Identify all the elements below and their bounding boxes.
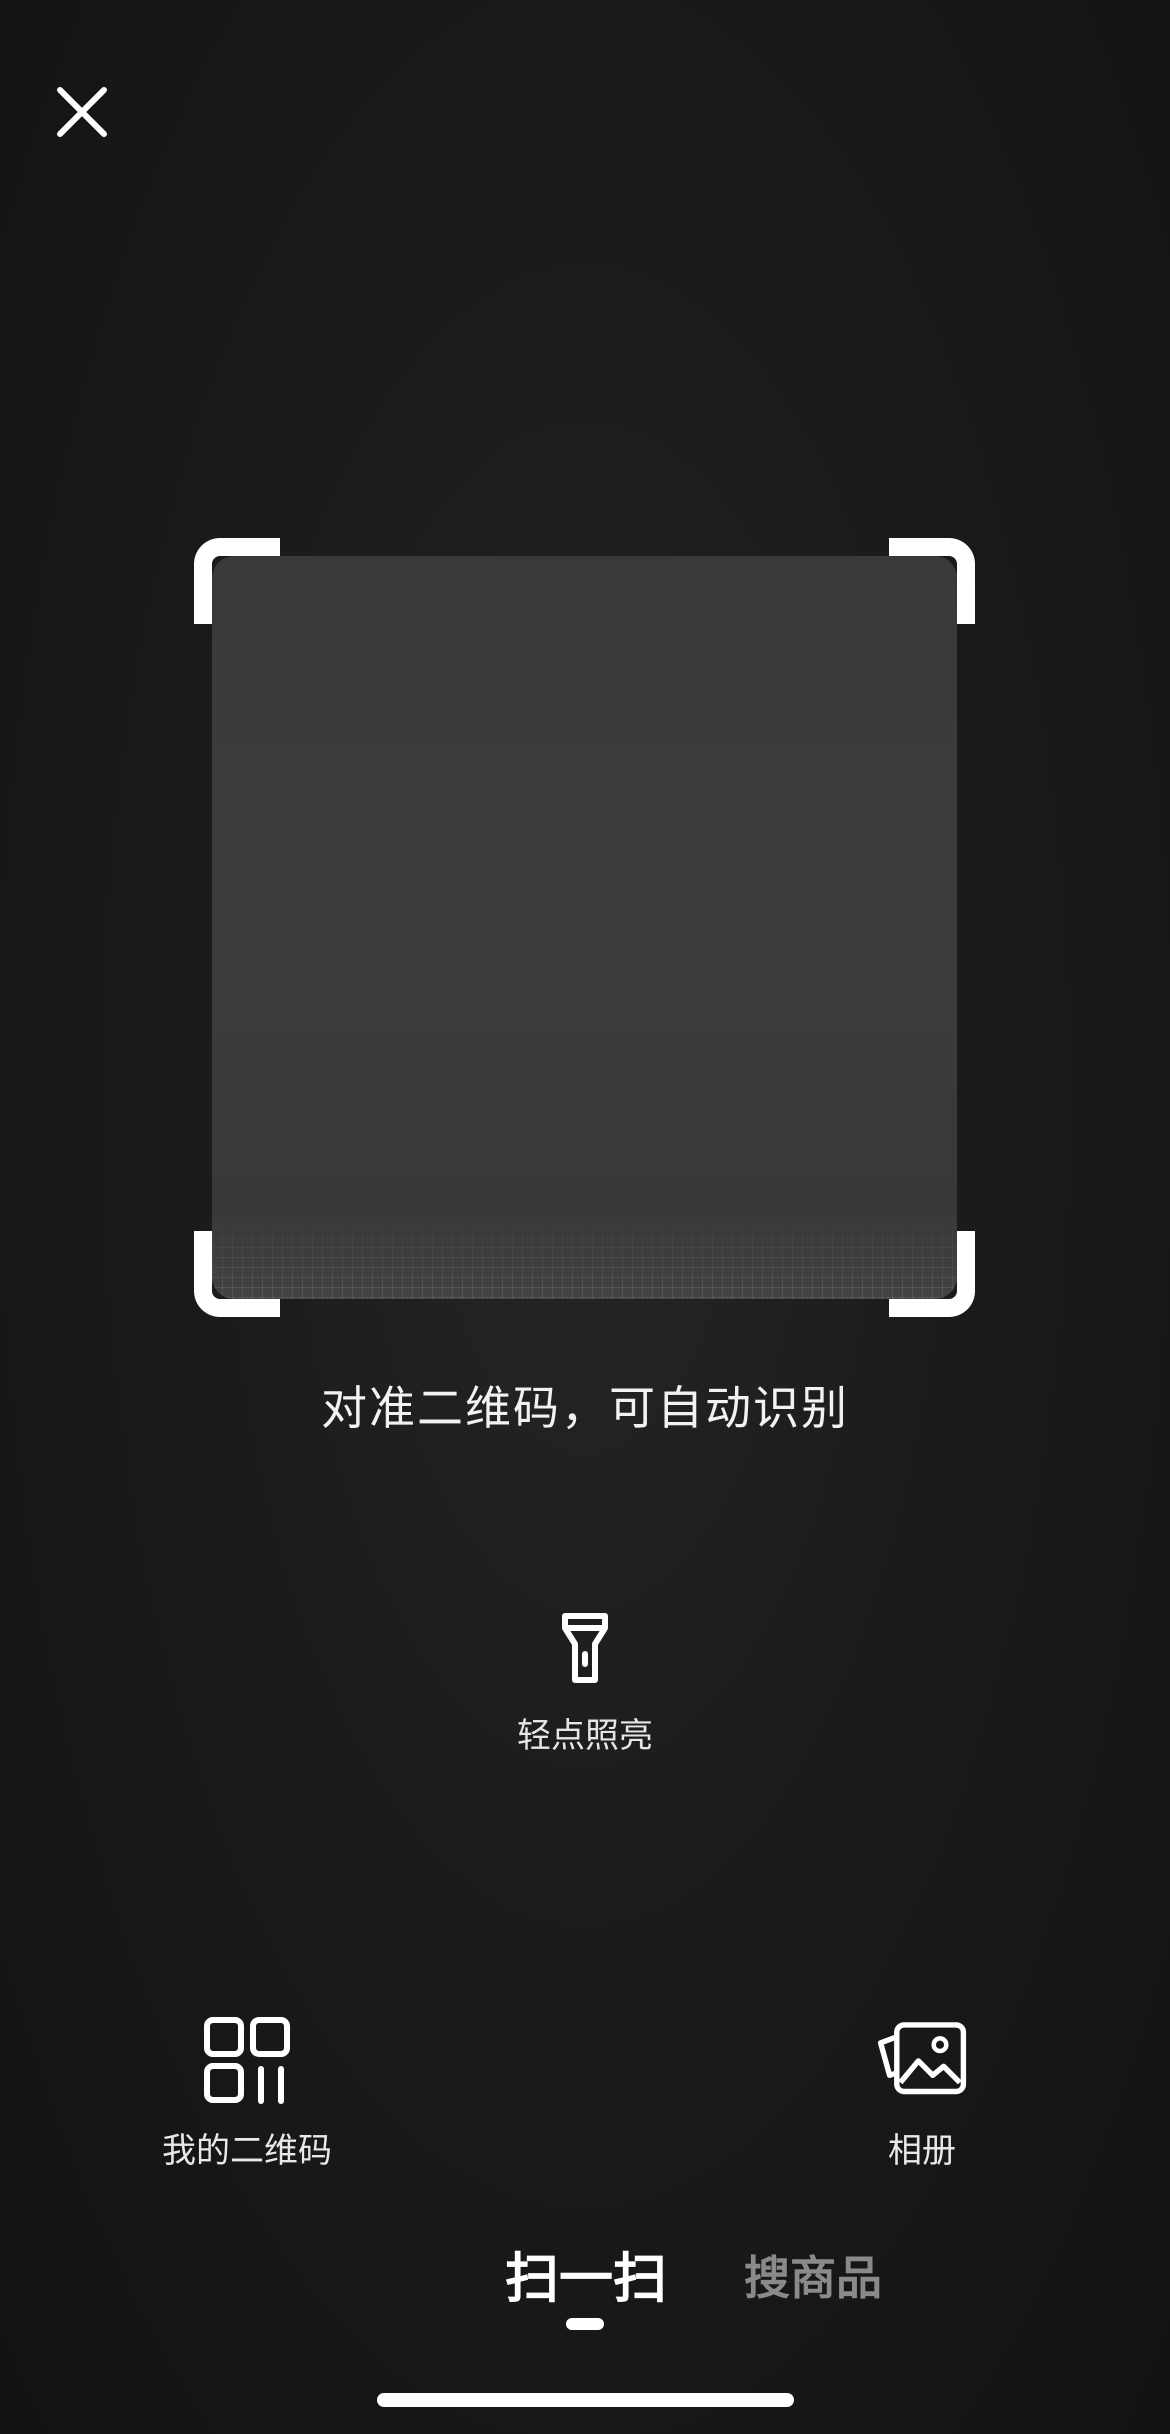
tab-scan[interactable]: 扫一扫 bbox=[505, 2234, 667, 2313]
home-indicator bbox=[377, 2393, 794, 2407]
frame-corner-bottom-left bbox=[194, 1231, 280, 1317]
qr-code-icon bbox=[204, 2017, 290, 2104]
frame-corner-top-left bbox=[194, 538, 280, 624]
close-icon bbox=[57, 87, 107, 137]
flashlight-icon bbox=[562, 1613, 608, 1683]
frame-corner-bottom-right bbox=[889, 1231, 975, 1317]
my-qrcode-button[interactable]: 我的二维码 bbox=[137, 2015, 357, 2172]
torch-button[interactable]: 轻点照亮 bbox=[485, 1610, 685, 1757]
scan-frame bbox=[194, 538, 975, 1317]
tab-search-product[interactable]: 搜商品 bbox=[744, 2242, 882, 2308]
torch-label: 轻点照亮 bbox=[517, 1716, 653, 1756]
active-tab-indicator bbox=[566, 2318, 604, 2330]
scan-hint: 对准二维码，可自动识别 bbox=[321, 1381, 849, 1435]
close-button[interactable] bbox=[52, 82, 112, 142]
camera-viewfinder bbox=[212, 556, 957, 1299]
scan-line-grid bbox=[212, 1207, 957, 1299]
photo-album-icon bbox=[877, 2022, 967, 2095]
mode-tabs: 扫一扫 搜商品 bbox=[0, 2234, 1170, 2330]
frame-corner-top-right bbox=[889, 538, 975, 624]
album-label: 相册 bbox=[888, 2131, 956, 2171]
my-qrcode-label: 我的二维码 bbox=[162, 2131, 332, 2171]
album-button[interactable]: 相册 bbox=[812, 2015, 1032, 2172]
